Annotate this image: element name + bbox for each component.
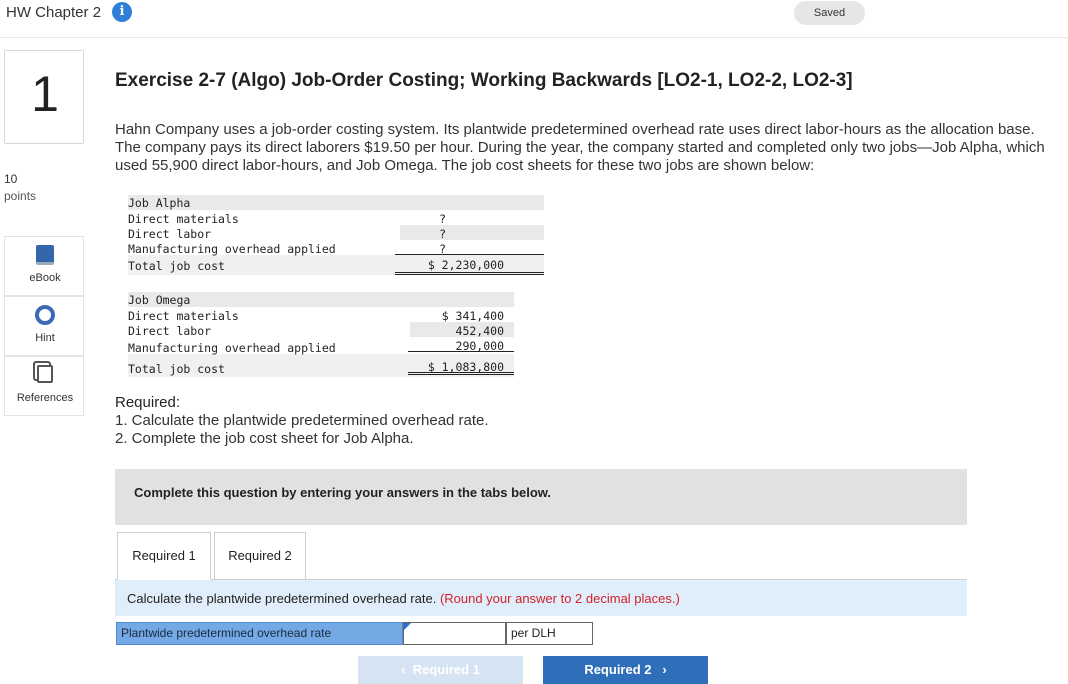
tab-required-2[interactable]: Required 2 (214, 532, 306, 580)
assignment-title: HW Chapter 2 (6, 4, 102, 21)
prev-tab-label: Required 1 (412, 662, 480, 677)
row-label: Manufacturing overhead applied (128, 242, 336, 256)
question-number-box: 1 (4, 50, 84, 144)
required-heading: Required: (115, 394, 181, 411)
row-value: 452,400 (455, 324, 504, 338)
sidebar-item-ebook[interactable]: eBook (4, 236, 84, 296)
job-heading: Job Omega (128, 293, 191, 307)
chevron-left-icon: ‹ (401, 662, 406, 677)
prompt-text: Calculate the plantwide predetermined ov… (127, 591, 437, 606)
prev-tab-button[interactable]: ‹ Required 1 (358, 656, 523, 684)
documents-icon (5, 365, 85, 387)
question-prompt: Calculate the plantwide predetermined ov… (127, 591, 680, 606)
total-rule-double (395, 272, 544, 275)
rounding-note: (Round your answer to 2 decimal places.) (439, 591, 680, 606)
overhead-rate-input[interactable] (403, 622, 506, 645)
lifebuoy-icon (5, 305, 85, 329)
book-icon (5, 245, 85, 269)
row-label: Direct materials (128, 212, 239, 226)
row-value: ? (439, 227, 446, 241)
points-value: 10 (4, 172, 18, 186)
table-row: Direct labor ? (128, 227, 504, 242)
job-omega-table: Job Omega Direct materials $ 341,400 Dir… (128, 293, 504, 377)
exercise-title: Exercise 2-7 (Algo) Job-Order Costing; W… (115, 70, 853, 91)
total-rule-top (408, 351, 514, 352)
required-item: 2. Complete the job cost sheet for Job A… (115, 430, 414, 447)
instructions-text: Complete this question by entering your … (134, 485, 552, 500)
exercise-intro: Hahn Company uses a job-order costing sy… (115, 121, 1045, 174)
sidebar-item-label: References (16, 392, 74, 404)
sidebar-item-label: Hint (35, 332, 55, 344)
row-value: $ 341,400 (441, 309, 504, 323)
sidebar-item-references[interactable]: References (4, 356, 84, 416)
table-row: Direct labor 452,400 (128, 324, 504, 339)
table-row: Job Alpha (128, 196, 504, 212)
info-icon[interactable]: i (112, 2, 132, 22)
points-label: points (4, 189, 37, 203)
row-label: Direct materials (128, 309, 239, 323)
top-bar: HW Chapter 2 i Saved (0, 0, 1068, 38)
sidebar-item-hint[interactable]: Hint (4, 296, 84, 356)
instructions-box: Complete this question by entering your … (115, 469, 967, 525)
table-row: Direct materials ? (128, 212, 504, 227)
job-heading: Job Alpha (128, 196, 191, 210)
total-rule-top (395, 254, 544, 255)
question-prompt-band: Calculate the plantwide predetermined ov… (115, 580, 967, 616)
table-row: Direct materials $ 341,400 (128, 309, 504, 324)
total-label: Total job cost (128, 259, 225, 273)
sidebar-item-label: eBook (29, 272, 61, 284)
row-label: Direct labor (128, 324, 212, 338)
row-value: ? (439, 212, 446, 226)
table-row: Manufacturing overhead applied 290,000 (128, 339, 504, 357)
row-label: Direct labor (128, 227, 212, 241)
unit-label: per DLH (506, 622, 593, 645)
table-row: Job Omega (128, 293, 504, 309)
total-rule-double (408, 372, 514, 375)
total-value: $ 2,230,000 (427, 258, 504, 272)
total-label: Total job cost (128, 362, 225, 376)
next-tab-button[interactable]: Required 2 › (543, 656, 708, 684)
answer-row-label: Plantwide predetermined overhead rate (116, 622, 403, 645)
question-number: 1 (31, 66, 59, 122)
saved-status-badge: Saved (794, 1, 865, 25)
job-alpha-table: Job Alpha Direct materials ? Direct labo… (128, 196, 504, 275)
row-label: Manufacturing overhead applied (128, 341, 336, 355)
required-item: 1. Calculate the plantwide predetermined… (115, 412, 489, 429)
next-tab-label: Required 2 (584, 662, 652, 677)
tab-required-1[interactable]: Required 1 (117, 532, 211, 580)
chevron-right-icon: › (662, 662, 667, 677)
